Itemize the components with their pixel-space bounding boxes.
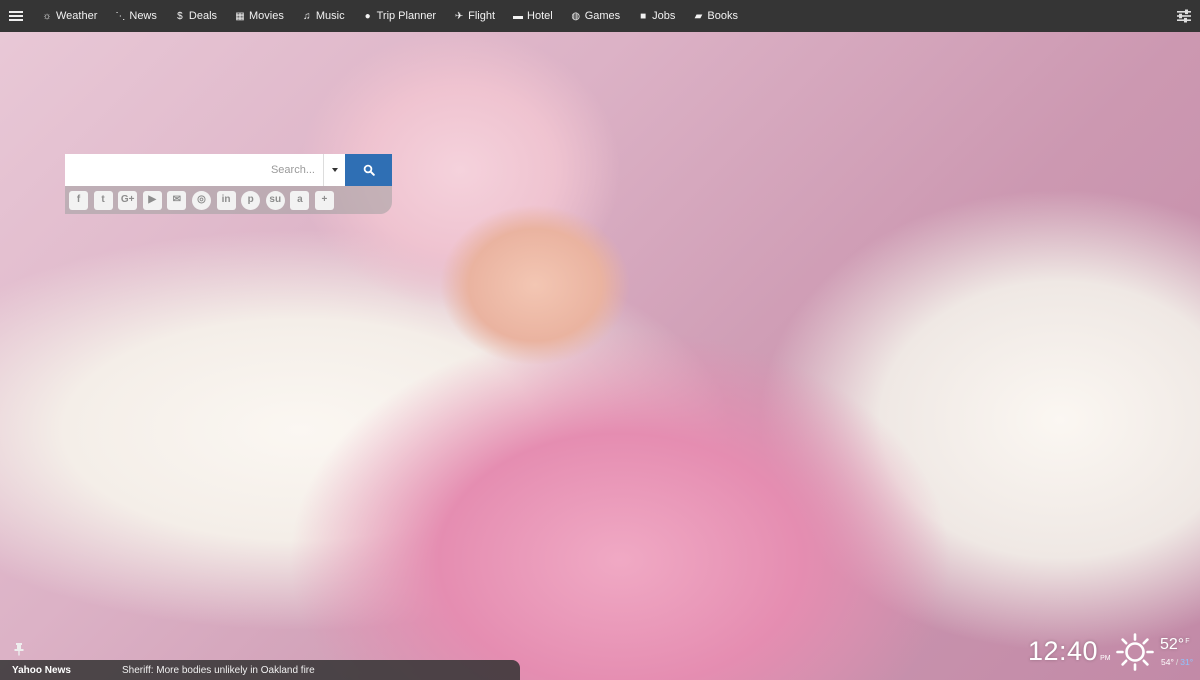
amazon-icon[interactable]: a (290, 190, 310, 210)
weather-widget[interactable] (1115, 632, 1155, 672)
search-bar (65, 154, 392, 186)
nav-item-label: Books (707, 10, 738, 22)
music-icon: ♫ (303, 10, 311, 22)
instagram-icon[interactable]: ◎ (191, 190, 211, 210)
hamburger-icon (9, 9, 23, 23)
sun-icon (1116, 633, 1154, 671)
nav-item-weather[interactable]: ☼ Weather (32, 0, 105, 32)
nav-item-label: Music (315, 10, 345, 22)
nav-item-games[interactable]: ◍ Games (561, 0, 628, 32)
menu-button[interactable] (0, 0, 32, 32)
plane-icon: ✈ (454, 10, 464, 22)
nav-item-label: Movies (249, 10, 284, 22)
nav-item-music[interactable]: ♫ Music (292, 0, 353, 32)
search-engine-dropdown[interactable] (323, 154, 345, 186)
social-shortcuts: f t G+ ▶ ✉ ◎ in p su a + (65, 186, 392, 214)
sun-icon: ☼ (42, 10, 52, 22)
nav-item-news[interactable]: ⋱ News (105, 0, 165, 32)
rss-icon: ⋱ (115, 10, 126, 22)
temp-range: 54°/31° (1161, 657, 1193, 667)
nav-item-flight[interactable]: ✈ Flight (444, 0, 503, 32)
news-ticker: Yahoo News Sheriff: More bodies unlikely… (0, 660, 520, 680)
search-input[interactable] (65, 154, 323, 186)
clock: 12:40 PM (1028, 636, 1111, 666)
nav-item-jobs[interactable]: ■ Jobs (628, 0, 683, 32)
weather-temp-block: 52°F (1160, 636, 1189, 654)
nav-item-label: Jobs (652, 10, 676, 22)
gamepad-icon: ◍ (571, 10, 581, 22)
pin-icon (14, 643, 24, 656)
google-plus-icon[interactable]: G+ (118, 190, 138, 210)
settings-button[interactable] (1176, 8, 1192, 24)
nav-item-hotel[interactable]: ▬ Hotel (503, 0, 561, 32)
temp-low: 31° (1180, 657, 1194, 667)
pinterest-icon[interactable]: p (241, 190, 261, 210)
search-widget: ftG+▶✉◎inpsua+ (65, 154, 392, 214)
nav-item-label: Flight (468, 10, 496, 22)
sliders-icon (1177, 9, 1191, 23)
add-icon[interactable]: + (314, 190, 334, 210)
nav-item-label: Deals (188, 10, 218, 22)
search-button[interactable] (345, 154, 392, 186)
pin-button[interactable] (12, 642, 26, 656)
nav-item-label: News (129, 10, 157, 22)
nav-item-movies[interactable]: ▦ Movies (225, 0, 292, 32)
book-icon: ▰ (694, 10, 703, 22)
facebook-icon[interactable]: f (69, 190, 88, 210)
briefcase-icon: ■ (640, 10, 647, 22)
linkedin-icon[interactable]: in (216, 190, 236, 210)
top-nav-bar: ☼ Weather ⋱ News $ Deals ▦ Movies ♫ Music ● Trip Pl… (0, 0, 1200, 32)
globe-icon: ● (364, 10, 371, 22)
nav-item-label: Weather (56, 10, 98, 22)
temp-unit-toggle[interactable]: F (1185, 638, 1189, 645)
caret-down-icon (331, 168, 338, 172)
nav-links: ☼ Weather ⋱ News $ Deals ▦ Movies ♫ Music ● Trip Pl… (32, 0, 746, 32)
search-icon (363, 164, 375, 176)
film-icon: ▦ (235, 10, 245, 22)
twitter-icon[interactable]: t (93, 190, 113, 210)
temp-separator: / (1175, 657, 1179, 667)
youtube-icon[interactable]: ▶ (142, 190, 162, 210)
nav-item-label: Trip Planner (376, 10, 437, 22)
email-icon[interactable]: ✉ (167, 190, 187, 210)
news-headline[interactable]: Sheriff: More bodies unlikely in Oakland… (122, 665, 315, 676)
nav-item-label: Hotel (527, 10, 553, 22)
nav-item-trip-planner[interactable]: ● Trip Planner (353, 0, 445, 32)
stumbleupon-icon[interactable]: su (265, 190, 285, 210)
current-temp: 52° (1160, 636, 1185, 653)
dollar-icon: $ (177, 10, 183, 22)
clock-time: 12:40 (1028, 636, 1099, 666)
nav-item-deals[interactable]: $ Deals (165, 0, 225, 32)
nav-item-books[interactable]: ▰ Books (683, 0, 746, 32)
bed-icon: ▬ (513, 10, 524, 22)
temp-high: 54° (1161, 657, 1174, 667)
nav-item-label: Games (584, 10, 621, 22)
clock-ampm: PM (1100, 655, 1111, 662)
news-source[interactable]: Yahoo News (0, 665, 122, 676)
